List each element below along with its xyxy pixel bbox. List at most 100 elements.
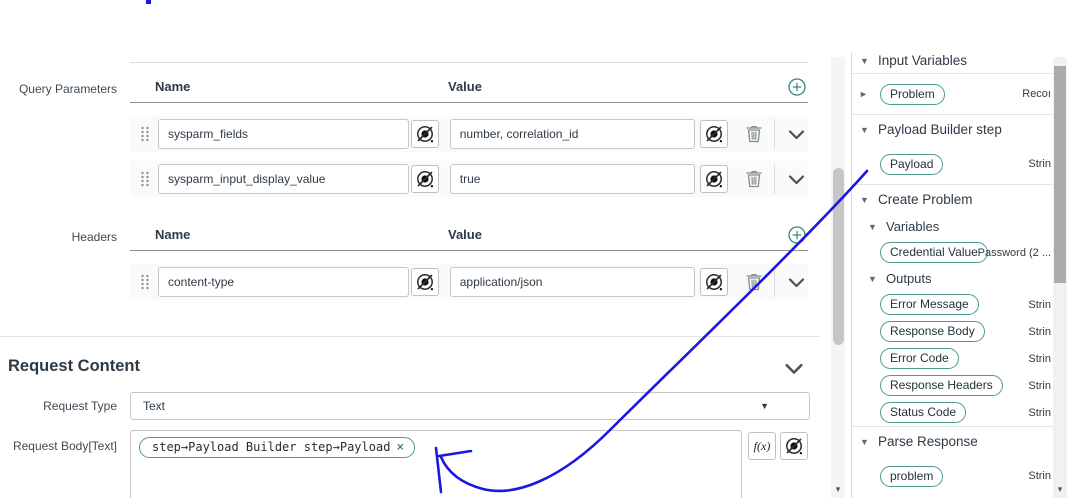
- data-pill[interactable]: Error Message: [880, 294, 979, 315]
- data-pill-picker-button[interactable]: [699, 165, 728, 193]
- data-panel: ▼ Input Variables Input Variables ► Prob…: [851, 52, 1053, 498]
- tree-toggle-icon[interactable]: ▼: [860, 195, 874, 205]
- param-name-input[interactable]: [158, 119, 410, 149]
- data-pill[interactable]: Credential Value: [880, 242, 988, 263]
- add-row-button[interactable]: [787, 78, 807, 98]
- request-type-label: Request Type: [43, 399, 117, 413]
- table-header: Name Value: [130, 223, 808, 251]
- data-type-label: Strin: [1028, 325, 1051, 338]
- tree-toggle-icon[interactable]: ▼: [860, 125, 874, 135]
- divider: [774, 267, 776, 297]
- name-column-header: Name: [155, 227, 191, 242]
- pill-picker-icon: [416, 273, 434, 292]
- tree-toggle-icon[interactable]: ►: [859, 89, 880, 99]
- query-parameters-label: Query Parameters: [18, 82, 117, 96]
- data-panel-row: ▼ Variables Variables: [852, 214, 1053, 239]
- delete-row-button[interactable]: [744, 166, 766, 192]
- data-panel-scrollbar[interactable]: ▾: [1053, 57, 1067, 498]
- header-name-input[interactable]: [158, 267, 410, 297]
- pill-picker-icon: [705, 273, 723, 292]
- data-pill[interactable]: Status Code: [880, 402, 967, 423]
- data-pill-picker-button[interactable]: [699, 268, 728, 296]
- tree-section-label[interactable]: Create Problem: [878, 192, 973, 207]
- query-parameters-table: Name Value: [130, 75, 808, 197]
- tree-section-label[interactable]: Outputs: [886, 271, 932, 286]
- drag-handle-icon[interactable]: [140, 274, 150, 290]
- data-pill[interactable]: problem: [880, 465, 944, 487]
- tree-section-label[interactable]: Payload Builder step: [878, 122, 1002, 137]
- header-value-input[interactable]: [449, 267, 695, 297]
- rest-step-config-screen: Query Parameters Name Value sysparm_fiel…: [0, 0, 1073, 498]
- scrollbar-thumb[interactable]: [1054, 66, 1066, 283]
- annotation-mark: [146, 0, 151, 4]
- divider: [774, 119, 776, 149]
- tree-toggle-icon[interactable]: ▼: [868, 222, 882, 232]
- chevron-down-icon: [788, 130, 804, 140]
- data-panel-row: Credential Value Credential Value Passwo…: [852, 239, 1053, 266]
- scroll-down-arrow[interactable]: ▾: [831, 484, 845, 495]
- param-value-input[interactable]: [449, 164, 695, 194]
- remove-pill-button[interactable]: ×: [396, 441, 404, 454]
- divider: [774, 164, 776, 194]
- data-pill[interactable]: Error Code: [880, 348, 959, 369]
- add-row-button[interactable]: [787, 226, 807, 246]
- tree-section-label[interactable]: Parse Response: [878, 434, 978, 449]
- request-type-value: Text: [143, 399, 166, 413]
- expand-row-button[interactable]: [784, 167, 808, 191]
- pill-picker-icon: [705, 170, 723, 189]
- data-panel-row: Payload Payload Strin: [852, 144, 1053, 184]
- data-panel-row: ▼ Parse Response Parse Response: [852, 426, 1053, 456]
- data-pill[interactable]: Response Headers: [880, 375, 1003, 396]
- table-header: Name Value: [130, 75, 808, 103]
- data-panel-row: problem problem Strin: [852, 456, 1053, 496]
- data-type-label: Recoı: [1022, 88, 1051, 100]
- data-pill-picker-button[interactable]: [411, 165, 439, 193]
- data-panel-row: Error Code Error Code Strin: [852, 345, 1053, 372]
- data-pill[interactable]: step→Payload Builder step→Payload ×: [139, 437, 416, 458]
- data-type-label: Strin: [1028, 298, 1051, 311]
- data-pill-picker-button[interactable]: [411, 120, 439, 148]
- query-parameters-section: Query Parameters Name Value: [0, 75, 820, 206]
- drag-handle-icon[interactable]: [140, 171, 150, 187]
- scroll-down-arrow[interactable]: ▾: [1053, 484, 1067, 495]
- table-row: [130, 116, 808, 152]
- data-panel-row: Response Body Response Body Strin: [852, 318, 1053, 345]
- trash-icon: [746, 170, 763, 188]
- data-pill[interactable]: Response Body: [880, 321, 985, 342]
- data-pill[interactable]: Payload: [880, 153, 944, 175]
- divider: [130, 62, 808, 63]
- data-type-label: Password (2 ...: [977, 246, 1051, 259]
- request-body-field[interactable]: step→Payload Builder step→Payload ×: [130, 430, 742, 498]
- select-caret-icon: ▼: [760, 401, 769, 411]
- tree-toggle-icon[interactable]: ▼: [860, 437, 874, 447]
- tree-toggle-icon[interactable]: ▼: [868, 274, 882, 284]
- data-panel-row: ▼ Input Variables Input Variables: [852, 52, 1053, 74]
- expand-row-button[interactable]: [784, 122, 808, 146]
- data-panel-row: Response Headers Response Headers Strin: [852, 372, 1053, 399]
- expand-row-button[interactable]: [784, 270, 808, 294]
- request-type-select[interactable]: Text ▼: [130, 392, 810, 420]
- param-value-input[interactable]: [449, 119, 695, 149]
- value-column-header: Value: [448, 79, 482, 94]
- tree-section-label[interactable]: Variables: [886, 219, 939, 234]
- data-panel-row: Error Message Error Message Strin: [852, 291, 1053, 318]
- pill-picker-icon: [705, 125, 723, 144]
- data-pill-picker-button[interactable]: [411, 268, 439, 296]
- data-pill-picker-button[interactable]: [780, 432, 808, 460]
- param-name-input[interactable]: [158, 164, 410, 194]
- data-pill[interactable]: Problem: [880, 83, 945, 105]
- collapse-section-button[interactable]: [782, 357, 806, 381]
- trash-icon: [746, 273, 763, 291]
- drag-handle-icon[interactable]: [140, 126, 150, 142]
- main-scrollbar[interactable]: ▾: [831, 57, 845, 498]
- tree-section-label[interactable]: Input Variables: [878, 53, 967, 68]
- tree-toggle-icon[interactable]: ▼: [860, 56, 874, 66]
- fx-button[interactable]: f(x): [748, 432, 776, 460]
- data-pill-picker-button[interactable]: [699, 120, 728, 148]
- name-column-header: Name: [155, 79, 191, 94]
- delete-row-button[interactable]: [744, 269, 766, 295]
- pill-picker-icon: [416, 125, 434, 144]
- scrollbar-thumb[interactable]: [832, 168, 844, 345]
- data-type-label: Strin: [1028, 158, 1051, 170]
- delete-row-button[interactable]: [744, 121, 766, 147]
